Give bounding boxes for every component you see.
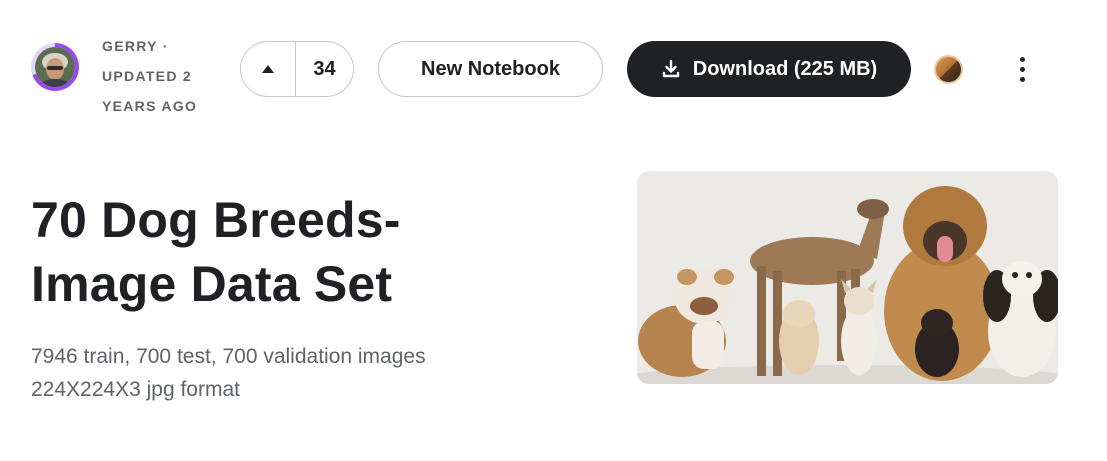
new-notebook-button[interactable]: New Notebook	[378, 41, 603, 97]
upvote-control: 34	[240, 41, 354, 97]
dataset-subtitle-line1: 7946 train, 700 test, 700 validation ima…	[31, 345, 426, 368]
author-name[interactable]: GERRY ·	[102, 31, 222, 61]
dataset-title-line1: 70 Dog Breeds-	[31, 192, 401, 248]
dataset-header-bar: GERRY · UPDATED 2 YEARS AGO 34 New Noteb…	[0, 0, 1107, 140]
dataset-subtitle-line2: 224X224X3 jpg format	[31, 378, 240, 401]
upvote-count: 34	[313, 57, 336, 80]
download-button[interactable]: Download (225 MB)	[627, 41, 911, 97]
dataset-subtitle: 7946 train, 700 test, 700 validation ima…	[31, 340, 591, 406]
dataset-title: 70 Dog Breeds- Image Data Set	[31, 188, 591, 316]
dataset-title-line2: Image Data Set	[31, 256, 393, 312]
dataset-cover-image	[637, 171, 1058, 384]
author-avatar-image	[35, 47, 75, 87]
more-dot	[1019, 66, 1025, 72]
author-avatar[interactable]	[31, 43, 79, 91]
more-dot	[1019, 56, 1025, 62]
updated-text-line1: UPDATED 2	[102, 68, 193, 84]
upvote-button[interactable]	[241, 42, 295, 96]
user-avatar[interactable]	[934, 55, 963, 84]
download-icon	[662, 59, 679, 78]
updated-text-line2: YEARS AGO	[102, 98, 198, 114]
triangle-up-icon	[262, 65, 274, 73]
author-meta: GERRY · UPDATED 2 YEARS AGO	[102, 31, 222, 121]
more-dot	[1019, 76, 1025, 82]
download-label: Download (225 MB)	[692, 57, 878, 80]
more-vertical-icon[interactable]	[1008, 50, 1036, 88]
